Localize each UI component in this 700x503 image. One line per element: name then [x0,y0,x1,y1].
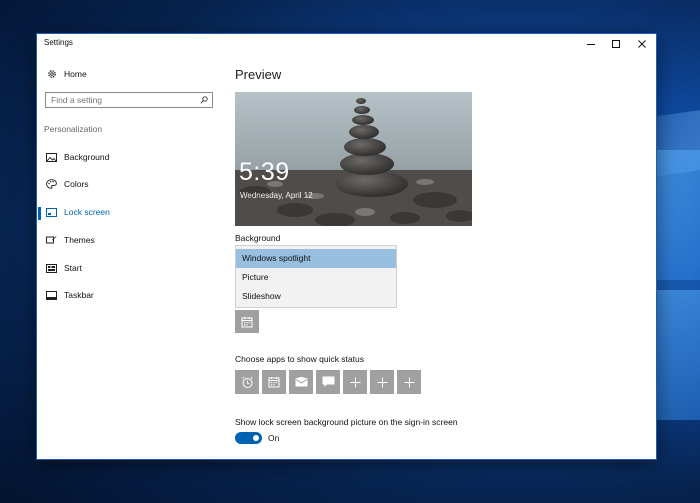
background-dropdown-list[interactable]: Windows spotlight Picture Slideshow [235,245,397,308]
quick-status-mail-button[interactable] [289,370,313,394]
sidebar-item-taskbar[interactable]: Taskbar [46,286,94,304]
section-heading-personalization: Personalization [44,124,103,134]
palette-icon [46,179,57,190]
close-button[interactable] [629,34,655,54]
window-title: Settings [44,38,73,47]
background-option-windows-spotlight[interactable]: Windows spotlight [236,249,396,268]
search-icon[interactable] [200,96,208,106]
sidebar-item-label: Background [64,152,110,162]
quick-status-message-button[interactable] [316,370,340,394]
taskbar-icon [46,290,57,301]
sidebar-item-label: Start [64,263,82,273]
sidebar-item-label: Colors [64,179,89,189]
minimize-button[interactable] [578,34,604,54]
search-input[interactable] [46,93,201,106]
windows-logo-pane [657,290,700,420]
quick-status-calendar-button[interactable] [262,370,286,394]
start-icon [46,263,57,274]
calendar-icon [241,316,253,327]
windows-logo-pane [657,150,700,280]
lock-screen-preview: 5:39 Wednesday, April 12 [235,92,472,226]
settings-window: Settings Home Personalization Background [36,33,657,460]
background-option-slideshow[interactable]: Slideshow [236,287,396,306]
search-box[interactable] [45,92,213,108]
alarm-icon [241,376,253,388]
quick-status-add-button[interactable] [343,370,367,394]
plus-icon [350,377,360,387]
mail-icon [294,377,308,387]
quick-status-alarm-button[interactable] [235,370,259,394]
plus-icon [377,377,387,387]
calendar-icon [268,377,280,388]
signin-toggle-state: On [268,433,280,443]
sidebar-item-lock-screen[interactable]: Lock screen [46,203,110,221]
page-title: Preview [235,67,282,82]
picture-icon [46,152,57,163]
sidebar-item-start[interactable]: Start [46,259,82,277]
gear-icon [46,69,57,80]
background-label: Background [235,233,281,243]
maximize-icon [612,40,620,48]
sidebar-home-label: Home [64,69,87,79]
quick-status-label: Choose apps to show quick status [235,354,364,364]
themes-icon [46,235,57,246]
title-bar[interactable]: Settings [37,34,656,54]
active-indicator [38,207,41,220]
minimize-icon [587,44,595,45]
toggle-knob [253,435,259,441]
background-option-picture[interactable]: Picture [236,268,396,287]
quick-status-add-button[interactable] [397,370,421,394]
sidebar-item-background[interactable]: Background [46,148,109,166]
quick-status-add-button[interactable] [370,370,394,394]
preview-time: 5:39 [239,158,290,186]
sidebar-item-label: Lock screen [64,207,110,217]
sidebar-item-label: Taskbar [64,290,94,300]
message-icon [322,376,334,387]
preview-date: Wednesday, April 12 [240,191,313,200]
signin-background-label: Show lock screen background picture on t… [235,417,458,427]
detailed-status-app-button[interactable] [235,310,259,333]
sidebar-item-label: Themes [64,235,95,245]
signin-background-toggle[interactable] [235,432,262,444]
lock-screen-icon [46,207,57,218]
maximize-button[interactable] [603,34,629,54]
close-icon [638,40,646,48]
sidebar-item-themes[interactable]: Themes [46,231,95,249]
sidebar-home[interactable]: Home [46,65,87,83]
plus-icon [404,377,414,387]
sidebar-item-colors[interactable]: Colors [46,175,89,193]
